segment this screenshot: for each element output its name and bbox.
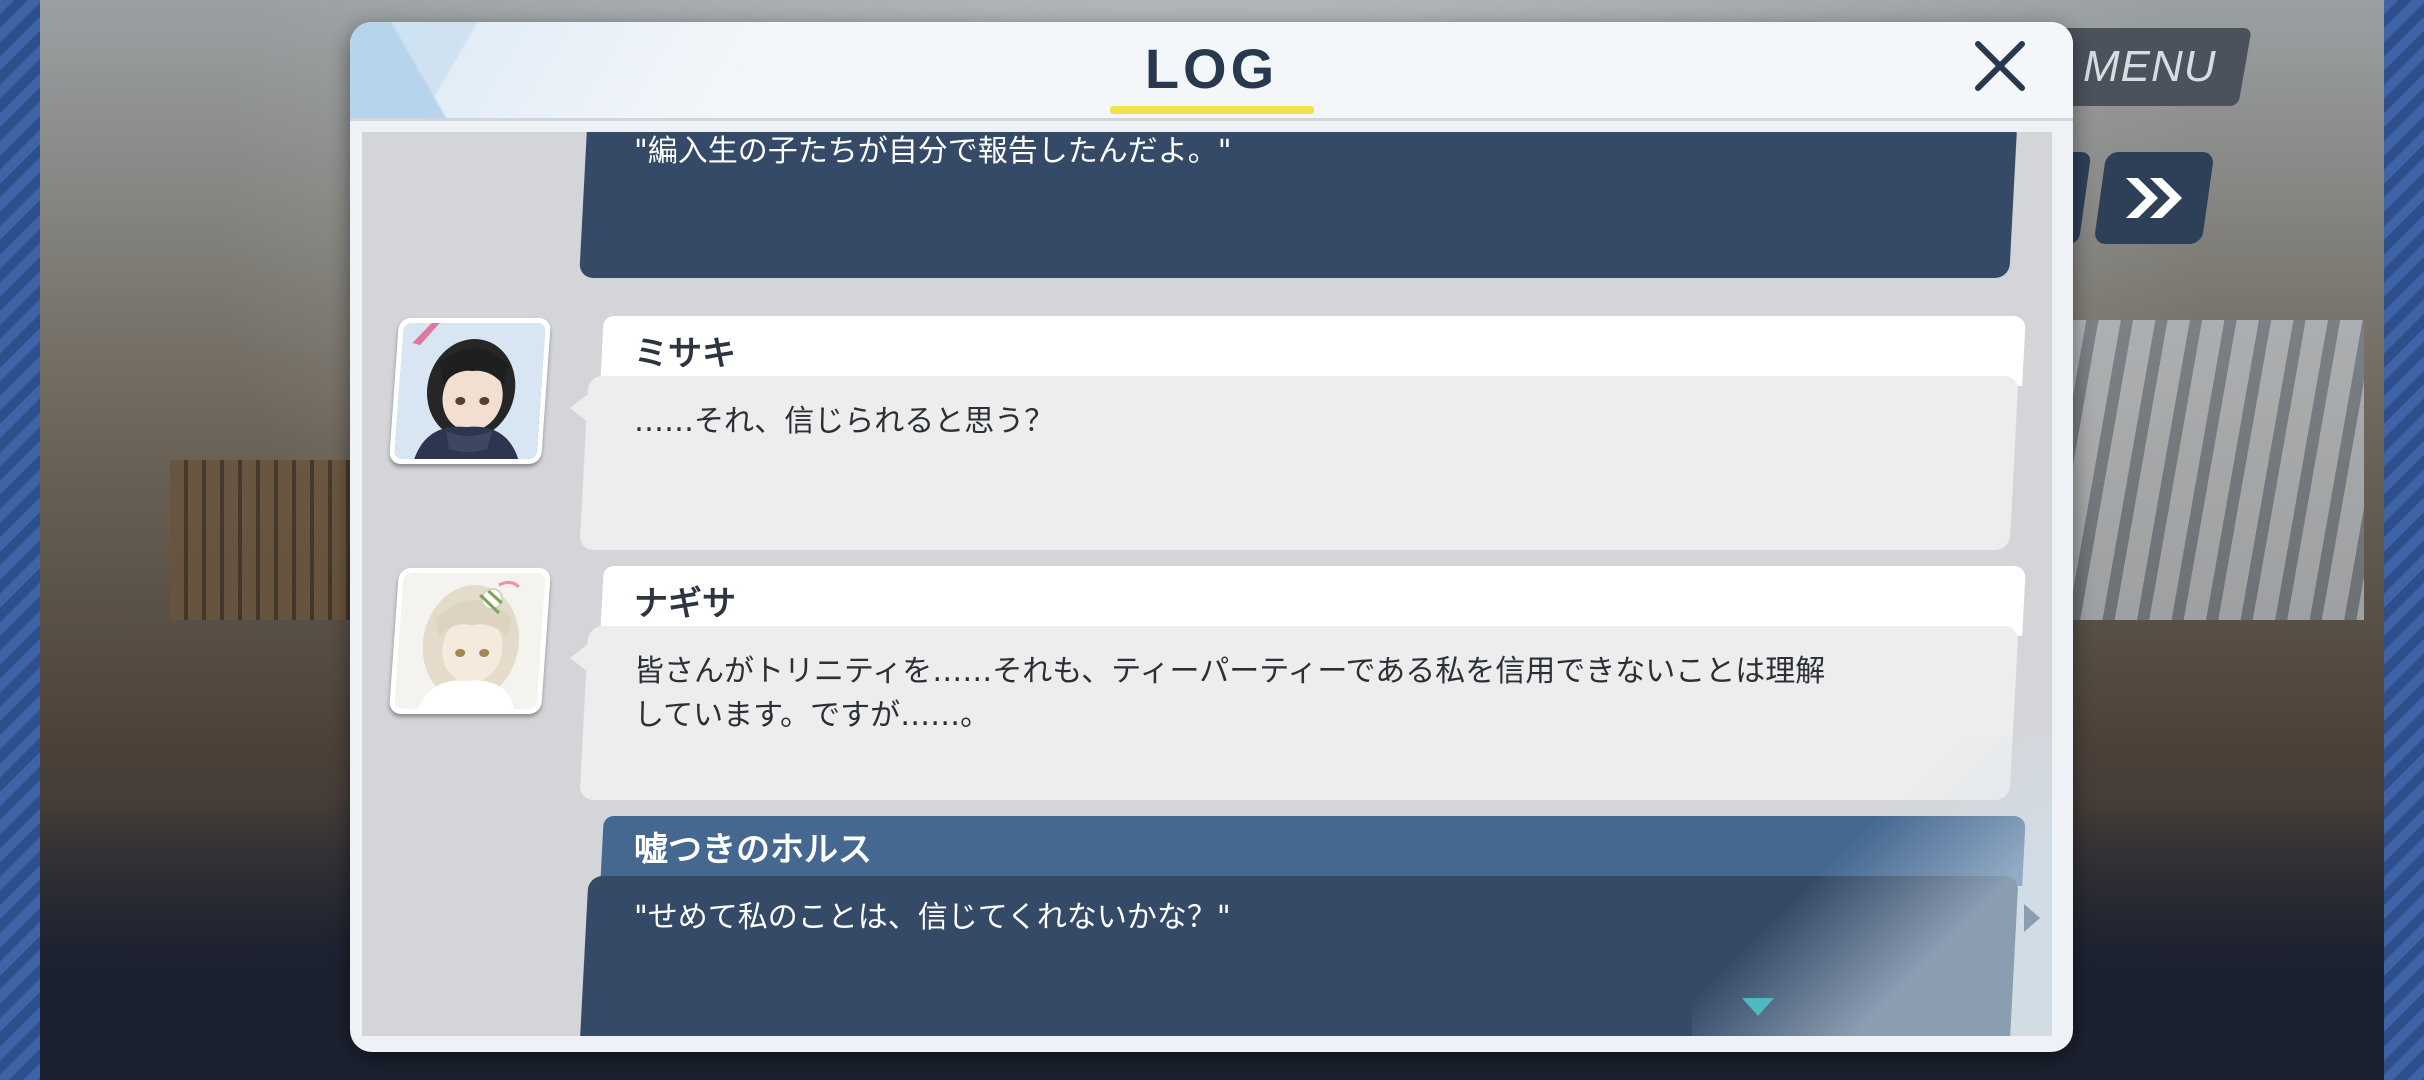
speech-pointer (570, 644, 588, 672)
fast-forward-button[interactable] (2093, 152, 2215, 244)
log-entry: ナギサ 皆さんがトリニティを……それも、ティーパーティーである私を信用できないこ… (362, 566, 2052, 806)
avatar-nagisa (388, 568, 552, 714)
log-scroll-area[interactable]: "編入生の子たちが自分で報告したんだよ。" ミサキ ……それ、信じられると思う？… (362, 132, 2052, 1036)
scroll-down-triangle-icon[interactable] (1742, 998, 1774, 1016)
menu-button-label: MENU (2083, 42, 2217, 91)
left-border-stripe (0, 0, 40, 1080)
nagisa-portrait (394, 573, 546, 709)
log-panel: LOG "編入生の子たちが自分で報告したんだよ。" ミサキ ……それ、信じられる… (350, 22, 2073, 1052)
entry-text: "編入生の子たちが自分で報告したんだよ。" (634, 134, 1232, 169)
log-entry: ミサキ ……それ、信じられると思う？ (362, 316, 2052, 556)
entry-text: 皆さんがトリニティを……それも、ティーパーティーである私を信用できないことは理解… (634, 654, 1826, 733)
close-icon (1975, 41, 2025, 91)
speaker-name: 嘘つきのホルス (634, 830, 872, 870)
log-header: LOG (350, 22, 2073, 121)
double-chevron-right-icon (2126, 178, 2182, 218)
misaki-portrait (394, 323, 546, 459)
log-entry: "編入生の子たちが自分で報告したんだよ。" (362, 132, 2052, 302)
background-window (2064, 320, 2364, 620)
background-shelf (170, 460, 350, 620)
log-title: LOG (1144, 37, 1279, 100)
close-button[interactable] (1972, 38, 2028, 94)
entry-text: ……それ、信じられると思う？ (634, 404, 1055, 439)
speaker-name: ミサキ (634, 334, 736, 374)
avatar-misaki (388, 318, 552, 464)
speaker-name: ナギサ (634, 584, 736, 624)
entry-text: "せめて私のことは、信じてくれないかな？" (634, 900, 1231, 935)
title-underline (1110, 106, 1314, 114)
speech-pointer (2024, 904, 2040, 932)
right-border-stripe (2384, 0, 2424, 1080)
speech-pointer (570, 394, 588, 422)
log-entry: 嘘つきのホルス "せめて私のことは、信じてくれないかな？" (362, 816, 2052, 1036)
